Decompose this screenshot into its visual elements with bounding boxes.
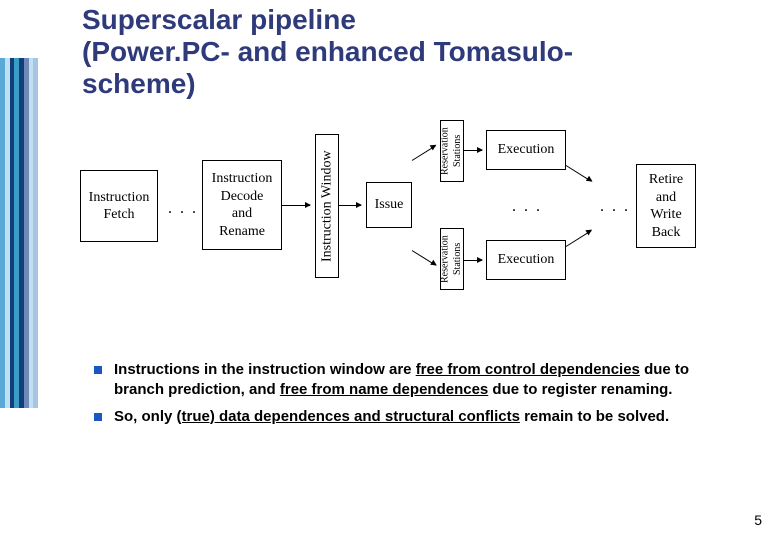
box-issue: Issue [366,182,412,228]
box-retire: RetireandWriteBack [636,164,696,248]
title-line-3: scheme) [82,68,196,99]
box-rs-bottom: ReservationStations [440,228,464,290]
box-rs-top: ReservationStations [440,120,464,182]
bullet-list: Instructions in the instruction window a… [90,360,740,433]
arrow-decode-window [282,205,310,206]
arrow-issue-rs-top [412,145,436,161]
slide-title: Superscalar pipeline (Power.PC- and enha… [82,4,573,101]
box-instruction-window: Instruction Window [315,134,339,278]
ellipsis-2: . . . [512,198,542,216]
ellipsis-3: . . . [600,198,630,216]
pipeline-diagram: InstructionFetch . . . InstructionDecode… [80,120,740,320]
title-line-1: Superscalar pipeline [82,4,356,35]
title-line-2: (Power.PC- and enhanced Tomasulo- [82,36,573,67]
page-number: 5 [754,512,762,528]
decorative-sidebar [0,58,38,408]
arrow-exec-retire-top [566,165,592,182]
arrow-exec-retire-bottom [566,230,592,247]
arrow-window-issue [339,205,361,206]
arrow-rs-exec-bottom [464,260,482,261]
ellipsis-1: . . . [168,200,198,218]
box-exec-bottom: Execution [486,240,566,280]
box-exec-top: Execution [486,130,566,170]
arrow-rs-exec-top [464,150,482,151]
box-decode: InstructionDecodeandRename [202,160,282,250]
arrow-issue-rs-bottom [412,250,436,266]
bullet-1: Instructions in the instruction window a… [90,360,740,401]
bullet-2: So, only (true) data dependences and str… [90,407,740,427]
box-fetch: InstructionFetch [80,170,158,242]
